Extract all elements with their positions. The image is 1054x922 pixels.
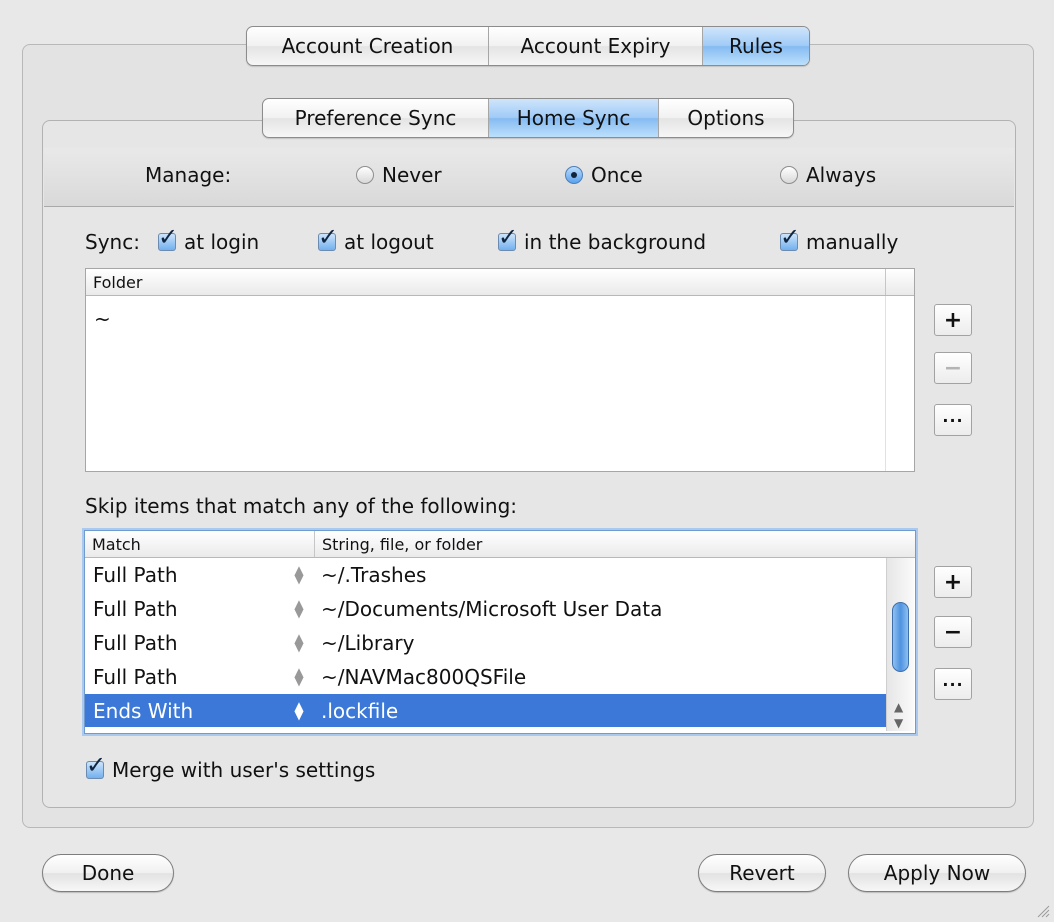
table-row[interactable]: Full Path ▲ ▼ ~/Documents/Microsoft User …: [85, 592, 887, 625]
folder-row[interactable]: ~: [94, 307, 111, 331]
checkmark-icon: ✓: [318, 223, 339, 251]
checkmark-icon: ✓: [780, 223, 801, 251]
string-column-header[interactable]: String, file, or folder: [315, 531, 915, 557]
manage-once-label: Once: [591, 163, 643, 187]
sync-at-logout-label: at logout: [344, 230, 434, 254]
sync-at-login-option[interactable]: ✓ at login: [158, 225, 260, 254]
table-row[interactable]: Full Path ▲ ▼ ~/.Trashes: [85, 558, 887, 591]
skip-items-label: Skip items that match any of the followi…: [85, 494, 518, 518]
table-row[interactable]: Full Path ▲ ▼ ~/Library: [85, 626, 887, 659]
merge-option[interactable]: ✓ Merge with user's settings: [86, 753, 376, 782]
manage-label: Manage:: [145, 163, 232, 187]
add-folder-button[interactable]: +: [934, 304, 972, 336]
tab-options[interactable]: Options: [659, 99, 793, 137]
manage-once-radio[interactable]: [565, 166, 583, 184]
folder-header-corner: [886, 269, 914, 295]
add-rule-button[interactable]: +: [934, 566, 972, 598]
revert-button[interactable]: Revert: [698, 854, 826, 892]
tab-home-sync[interactable]: Home Sync: [489, 99, 659, 137]
folder-table[interactable]: Folder ~: [85, 268, 915, 472]
rule-options-button[interactable]: ···: [934, 668, 972, 700]
sync-background-label: in the background: [524, 230, 707, 254]
tab-account-creation[interactable]: Account Creation: [247, 27, 489, 65]
scroll-down-arrow-icon[interactable]: ▼: [894, 716, 903, 730]
skip-rules-table[interactable]: Match String, file, or folder Full Path …: [84, 530, 916, 734]
manage-never-radio[interactable]: [356, 166, 374, 184]
folder-table-header: Folder: [86, 269, 914, 296]
sync-background-option[interactable]: ✓ in the background: [498, 225, 707, 254]
path-cell[interactable]: ~/NAVMac800QSFile: [313, 665, 526, 689]
manage-never-label: Never: [382, 163, 442, 187]
top-tab-bar: Account Creation Account Expiry Rules: [246, 26, 810, 66]
folder-table-scroll-track: [885, 296, 914, 471]
sync-at-logout-checkbox[interactable]: ✓: [318, 225, 338, 251]
merge-checkbox[interactable]: ✓: [86, 753, 106, 779]
match-cell[interactable]: Full Path: [85, 665, 285, 689]
table-row-selected[interactable]: Ends With ▲ ▼ .lockfile: [85, 694, 887, 727]
sub-tab-bar: Preference Sync Home Sync Options: [262, 98, 794, 138]
manage-always-option[interactable]: Always: [780, 163, 876, 187]
stepper-icon[interactable]: ▲ ▼: [285, 632, 313, 653]
match-cell[interactable]: Full Path: [85, 631, 285, 655]
path-cell[interactable]: .lockfile: [313, 699, 398, 723]
match-column-header[interactable]: Match: [85, 531, 315, 557]
resize-grip-icon[interactable]: [1036, 904, 1050, 918]
apply-now-button[interactable]: Apply Now: [848, 854, 1026, 892]
merge-label: Merge with user's settings: [112, 758, 376, 782]
sync-at-login-checkbox[interactable]: ✓: [158, 225, 178, 251]
match-cell[interactable]: Ends With: [85, 699, 285, 723]
manage-always-label: Always: [806, 163, 877, 187]
tab-preference-sync[interactable]: Preference Sync: [263, 99, 489, 137]
tab-account-expiry[interactable]: Account Expiry: [489, 27, 703, 65]
sync-manually-option[interactable]: ✓ manually: [780, 225, 899, 254]
path-cell[interactable]: ~/Library: [313, 631, 414, 655]
match-cell[interactable]: Full Path: [85, 597, 285, 621]
path-cell[interactable]: ~/Documents/Microsoft User Data: [313, 597, 662, 621]
remove-rule-button[interactable]: −: [934, 616, 972, 648]
sync-background-checkbox[interactable]: ✓: [498, 225, 518, 251]
remove-folder-button[interactable]: −: [934, 352, 972, 384]
path-cell[interactable]: ~/.Trashes: [313, 563, 426, 587]
sync-at-logout-option[interactable]: ✓ at logout: [318, 225, 434, 254]
checkmark-icon: ✓: [86, 751, 107, 779]
sync-at-login-label: at login: [184, 230, 260, 254]
tab-rules[interactable]: Rules: [703, 27, 809, 65]
sync-manually-label: manually: [806, 230, 899, 254]
folder-options-button[interactable]: ···: [934, 404, 972, 436]
stepper-icon[interactable]: ▲ ▼: [285, 598, 313, 619]
skip-table-body: Full Path ▲ ▼ ~/.Trashes Full Path ▲ ▼ ~/D…: [85, 558, 887, 733]
done-button[interactable]: Done: [42, 854, 174, 892]
stepper-icon[interactable]: ▲ ▼: [285, 666, 313, 687]
stepper-icon[interactable]: ▲ ▼: [285, 564, 313, 585]
table-row[interactable]: Full Path ▲ ▼ ~/NAVMac800QSFile: [85, 660, 887, 693]
scroll-up-arrow-icon[interactable]: ▲: [894, 700, 903, 714]
scrollbar-thumb[interactable]: [892, 602, 909, 672]
stepper-icon[interactable]: ▲ ▼: [285, 700, 313, 721]
checkmark-icon: ✓: [498, 223, 519, 251]
folder-column-header[interactable]: Folder: [86, 269, 886, 295]
manage-always-radio[interactable]: [780, 166, 798, 184]
skip-table-scrollbar[interactable]: ▲ ▼: [886, 558, 914, 731]
skip-table-header: Match String, file, or folder: [85, 531, 915, 558]
match-cell[interactable]: Full Path: [85, 563, 285, 587]
checkmark-icon: ✓: [158, 223, 179, 251]
sync-manually-checkbox[interactable]: ✓: [780, 225, 800, 251]
manage-once-option[interactable]: Once: [565, 163, 643, 187]
manage-never-option[interactable]: Never: [356, 163, 442, 187]
sync-label: Sync:: [85, 230, 140, 254]
